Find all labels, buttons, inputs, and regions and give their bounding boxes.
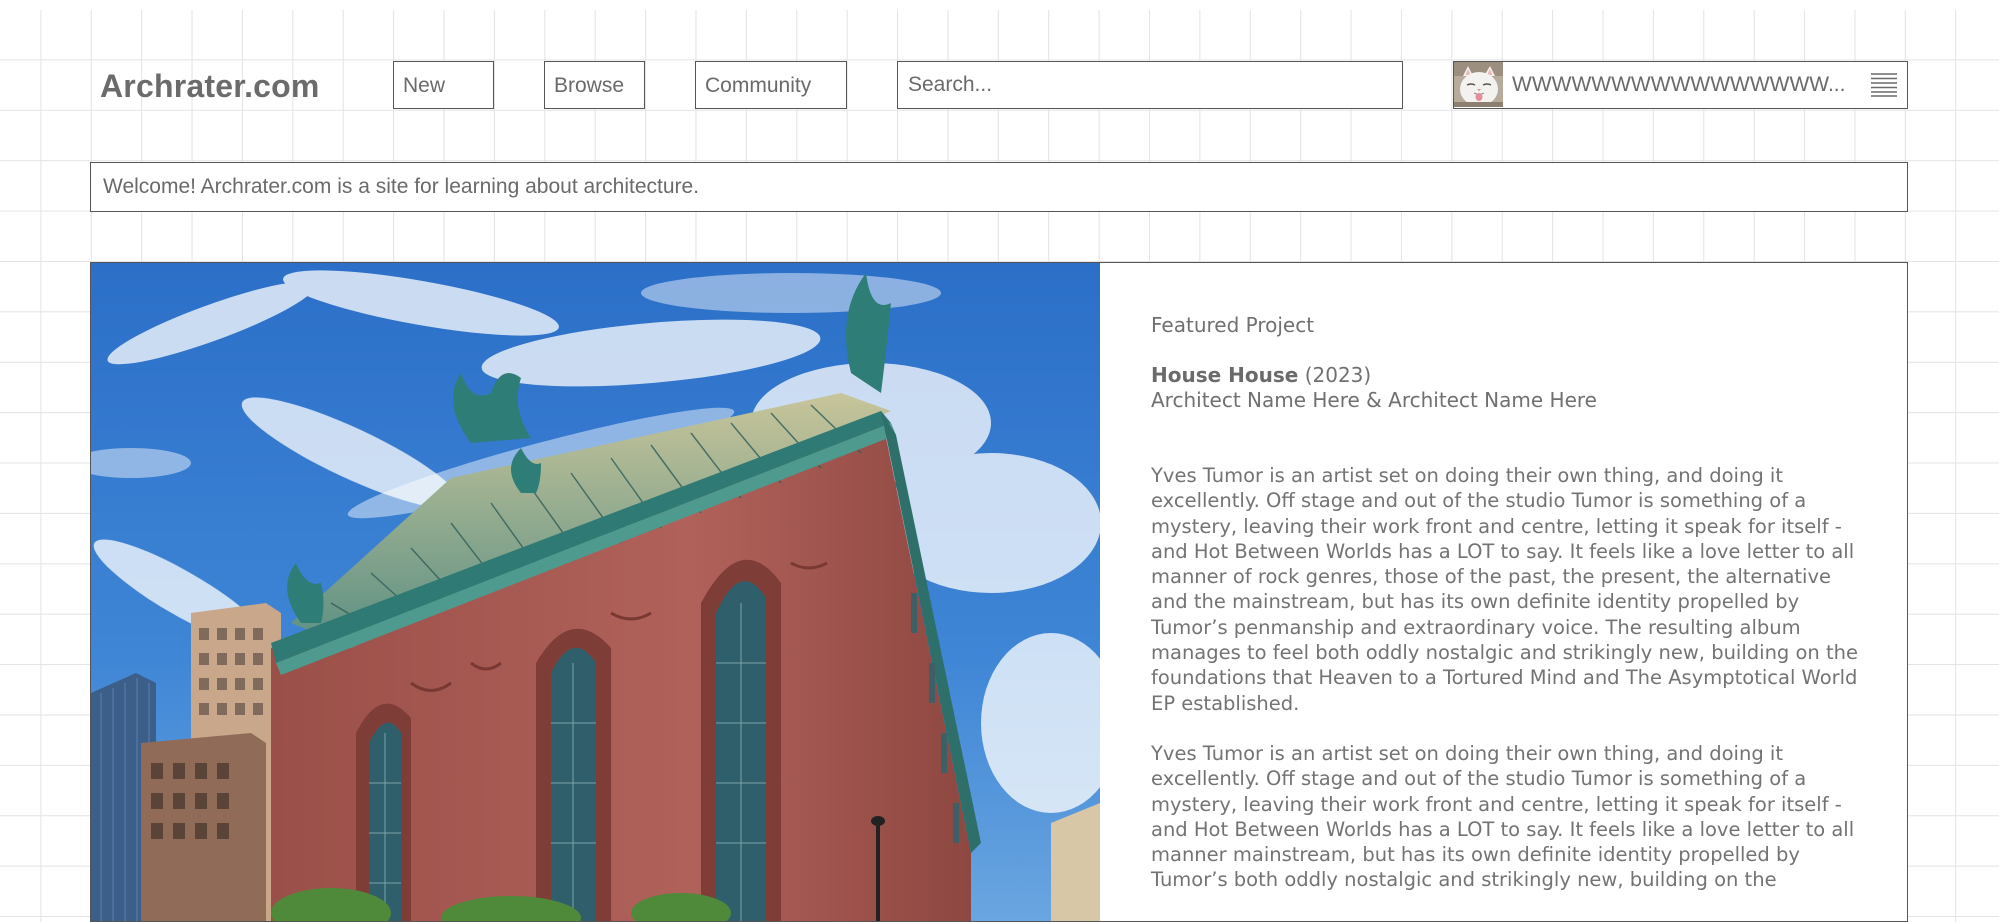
- featured-project-card[interactable]: Featured Project House House (2023) Arch…: [90, 262, 1908, 922]
- search-box: [897, 61, 1403, 109]
- username-label: WWWWWWWWWWWWWWWW...: [1512, 73, 1846, 96]
- project-title-line: House House (2023): [1151, 363, 1861, 388]
- search-input[interactable]: [898, 62, 1402, 108]
- project-description-paragraph: Yves Tumor is an artist set on doing the…: [1151, 464, 1858, 715]
- cat-avatar-icon: [1454, 62, 1503, 107]
- project-architects: Architect Name Here & Architect Name Her…: [1151, 388, 1597, 412]
- nav-community-button[interactable]: Community: [695, 61, 847, 109]
- site-logo[interactable]: Archrater.com: [100, 62, 320, 110]
- project-description-paragraph: Yves Tumor is an artist set on doing the…: [1151, 741, 1855, 892]
- building-photo-illustration: [91, 263, 1100, 921]
- user-menu[interactable]: WWWWWWWWWWWWWWWW...: [1453, 61, 1908, 109]
- avatar[interactable]: [1454, 62, 1503, 107]
- featured-project-photo[interactable]: [91, 263, 1100, 921]
- nav-new-button[interactable]: New: [393, 61, 494, 109]
- project-year: (2023): [1304, 363, 1372, 387]
- top-margin: [0, 0, 1999, 10]
- featured-label: Featured Project: [1151, 313, 1315, 337]
- featured-project-info: Featured Project House House (2023) Arch…: [1151, 303, 1861, 893]
- nav-browse-button[interactable]: Browse: [544, 61, 645, 109]
- welcome-banner: Welcome! Archrater.com is a site for lea…: [90, 162, 1908, 212]
- project-name[interactable]: House House: [1151, 363, 1298, 387]
- menu-icon[interactable]: [1871, 73, 1897, 97]
